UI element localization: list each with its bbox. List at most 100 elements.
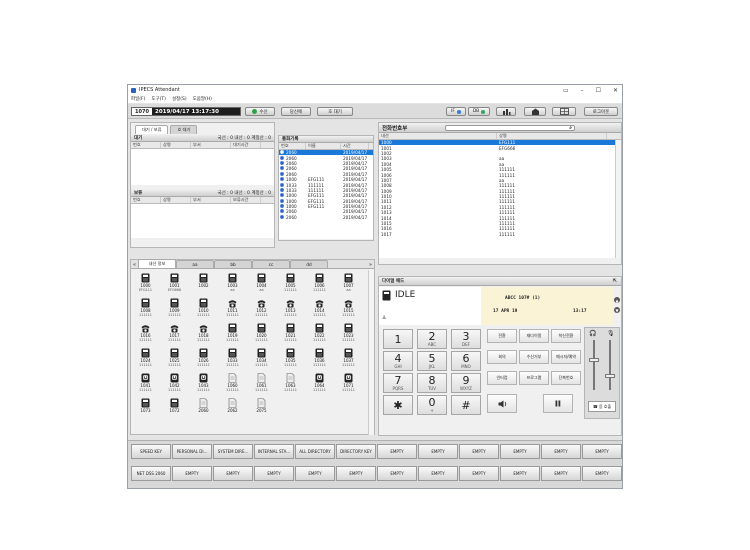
hold-button[interactable] xyxy=(543,394,573,413)
tab-bb[interactable]: bb xyxy=(214,260,252,268)
wait-list[interactable] xyxy=(131,149,274,185)
dial-key[interactable]: ✱ xyxy=(383,395,413,415)
dss-extension[interactable]: 1013 111111 xyxy=(276,297,305,322)
mic-volume-handle[interactable] xyxy=(605,374,615,378)
dss-extension[interactable]: 1024 111111 xyxy=(131,347,160,372)
dss-extension[interactable]: 1003 aa xyxy=(218,272,247,297)
dss-extension[interactable]: 1007 aa xyxy=(334,272,363,297)
toolbar-button-2[interactable]: 당신에 xyxy=(281,107,311,116)
phonebook-row[interactable]: 1015 111111 xyxy=(379,221,621,226)
dss-extension[interactable]: 1071 111111 xyxy=(334,372,363,397)
function-key[interactable]: EMPTY xyxy=(500,466,540,481)
function-key[interactable]: PERSONAL DI... xyxy=(172,444,212,459)
dss-extension[interactable]: 1008 111111 xyxy=(131,297,160,322)
tab-aa[interactable]: aa xyxy=(176,260,214,268)
dss-extension[interactable]: 1073 xyxy=(131,397,160,422)
phonebook-row[interactable]: 1013 111111 xyxy=(379,210,621,215)
tab-scroll-right[interactable]: » xyxy=(367,262,374,268)
dss-extension[interactable]: 1011 111111 xyxy=(218,297,247,322)
softkey[interactable]: 착신전환 xyxy=(551,329,581,343)
dss-extension[interactable]: 1043 111111 xyxy=(189,372,218,397)
dial-key[interactable]: 2 ABC xyxy=(417,329,447,349)
history-row[interactable]: 1000 EFG111 2019/04/17 xyxy=(279,199,373,204)
softkey[interactable]: 전환 xyxy=(487,329,517,343)
phonebook-row[interactable]: 1017 111111 xyxy=(379,232,621,237)
dial-key[interactable]: 6 MNO xyxy=(451,351,481,371)
dss-extension[interactable]: 1022 111111 xyxy=(305,322,334,347)
function-key[interactable]: INTERNAL STA... xyxy=(254,444,294,459)
softkey[interactable]: 재다이얼 xyxy=(519,329,549,343)
phonebook-row[interactable]: 1007 aa xyxy=(379,178,621,183)
dss-extension[interactable]: 1060 111111 xyxy=(218,372,247,397)
tab-wait-hold[interactable]: 대기 / 보류 xyxy=(135,125,169,134)
dss-extension[interactable]: 1020 111111 xyxy=(247,322,276,347)
dial-key[interactable]: 8 TUV xyxy=(417,373,447,393)
dss-extension[interactable]: 1000 EFG111 xyxy=(131,272,160,297)
dss-extension[interactable]: 1026 111111 xyxy=(189,347,218,372)
hold-list[interactable] xyxy=(131,204,274,238)
dial-key[interactable]: 5 JKL xyxy=(417,351,447,371)
dss-extension[interactable]: 1023 111111 xyxy=(334,322,363,347)
function-key[interactable]: EMPTY xyxy=(500,444,540,459)
dss-extension[interactable]: 1012 111111 xyxy=(247,297,276,322)
dss-extension[interactable]: 2075 xyxy=(247,397,276,422)
history-row[interactable]: 1033 111111 2019/04/17 xyxy=(279,188,373,193)
dss-extension[interactable]: 1021 111111 xyxy=(276,322,305,347)
phonebook-row[interactable]: 1008 111111 xyxy=(379,183,621,188)
function-key[interactable]: EMPTY xyxy=(459,444,499,459)
softkey[interactable]: 단축번호 xyxy=(551,371,581,385)
function-key[interactable]: EMPTY xyxy=(459,466,499,481)
function-key[interactable]: DIRECTORY KEY xyxy=(336,444,376,459)
layout-icon[interactable]: ▭ xyxy=(563,87,569,94)
lcd-down-button[interactable]: ▼ xyxy=(614,307,620,313)
dss-extension[interactable]: 1018 111111 xyxy=(189,322,218,347)
function-key[interactable]: EMPTY xyxy=(213,466,253,481)
phonebook-row[interactable]: 1010 111111 xyxy=(379,194,621,199)
function-key[interactable]: EMPTY xyxy=(541,444,581,459)
function-key[interactable]: EMPTY xyxy=(377,466,417,481)
collapse-icon[interactable]: ⇱ xyxy=(613,278,617,284)
dss-extension[interactable]: 1006 111111 xyxy=(305,272,334,297)
function-key[interactable]: SYSTEM DIRE... xyxy=(213,444,253,459)
tab-dd[interactable]: dd xyxy=(290,260,328,268)
dss-extension[interactable]: 1063 111111 xyxy=(276,372,305,397)
tab-cc[interactable]: cc xyxy=(252,260,290,268)
close-button[interactable]: ✕ xyxy=(613,87,618,94)
dss-extension[interactable]: 1010 111111 xyxy=(189,297,218,322)
function-key[interactable]: ALL DIRECTORY xyxy=(295,444,335,459)
function-key[interactable]: EMPTY xyxy=(582,444,622,459)
history-row[interactable]: 1000 EFG111 2019/04/17 xyxy=(279,204,373,209)
dss-extension[interactable]: 1025 111111 xyxy=(160,347,189,372)
tab-extension-info[interactable]: 내선 정보 xyxy=(138,259,176,268)
menu-file[interactable]: 파일(F) xyxy=(131,96,145,102)
function-key[interactable]: EMPTY xyxy=(418,444,458,459)
dial-key[interactable]: 4 GHI xyxy=(383,351,413,371)
mic-volume-slider[interactable] xyxy=(609,340,611,390)
phonebook-row[interactable]: 1005 111111 xyxy=(379,167,621,172)
phonebook-row[interactable]: 1000 EFG111 xyxy=(379,140,621,146)
phonebook-row[interactable]: 1016 111111 xyxy=(379,226,621,231)
history-row[interactable]: 1000 EFG111 2019/04/17 xyxy=(279,193,373,198)
phonebook-scrollbar[interactable] xyxy=(615,140,621,258)
menu-help[interactable]: 도움말(H) xyxy=(193,96,212,102)
dss-extension[interactable]: 1001 EFG666 xyxy=(160,272,189,297)
minimize-button[interactable]: – xyxy=(581,87,584,94)
function-key[interactable]: EMPTY xyxy=(295,466,335,481)
dial-key[interactable]: # xyxy=(451,395,481,415)
function-key[interactable]: SPEED KEY xyxy=(131,444,171,459)
speaker-volume-slider[interactable] xyxy=(593,340,595,390)
dss-extension[interactable]: 1019 111111 xyxy=(218,322,247,347)
dss-extension[interactable]: 1061 111111 xyxy=(247,372,276,397)
dss-extension[interactable]: 1005 111111 xyxy=(276,272,305,297)
function-key[interactable]: EMPTY xyxy=(582,466,622,481)
dss-extension[interactable]: 2062 xyxy=(218,397,247,422)
grid-button[interactable] xyxy=(552,107,576,116)
function-key[interactable]: EMPTY xyxy=(541,466,581,481)
connect-button[interactable]: 수신 xyxy=(245,107,275,116)
softkey[interactable]: 인터컴 xyxy=(487,371,517,385)
softkey[interactable]: 메시지/예약 xyxy=(551,350,581,364)
history-list[interactable]: 2060 2019/04/17 2060 2019/04/17 2060 2019/04/… xyxy=(279,150,373,239)
dial-key[interactable]: 7 PQRS xyxy=(383,373,413,393)
tab-call-wait[interactable]: 호 대기 xyxy=(170,125,198,134)
dss-extension[interactable]: 1064 111111 xyxy=(305,372,334,397)
